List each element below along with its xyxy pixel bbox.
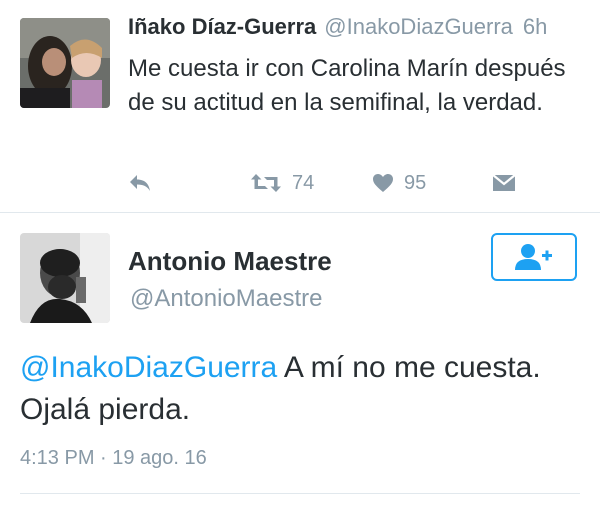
tweet-1-header: Iñako Díaz-Guerra @InakoDiazGuerra 6h [128,14,547,40]
tweet-1-text: Me cuesta ir con Carolina Marín después … [128,55,566,116]
avatar-antonio[interactable] [20,233,110,323]
reply-button[interactable] [128,168,152,198]
avatar-photo-inako [20,18,110,108]
reply-icon [130,175,150,191]
tweet-1-actions: 74 95 [0,168,600,198]
tweet-timestamp[interactable]: 4:13 PM · 19 ago. 16 [20,447,207,470]
author-handle[interactable]: @AntonioMaestre [130,285,322,313]
tweet-1[interactable]: Iñako Díaz-Guerra @InakoDiazGuerra 6h Me c… [0,0,600,212]
direct-message-button[interactable] [492,168,516,198]
avatar-inako[interactable] [20,18,110,108]
retweet-button[interactable]: 74 [250,168,314,198]
follow-user-icon [515,244,552,270]
like-count: 95 [404,171,427,194]
heart-icon [373,174,393,192]
tweet-2-text: @InakoDiazGuerra A mí no me cuesta. Ojal… [20,347,580,431]
author-name[interactable]: Antonio Maestre [128,246,332,277]
mention-link[interactable]: @InakoDiazGuerra [20,351,277,384]
author-name[interactable]: Iñako Díaz-Guerra [128,14,316,39]
follow-button[interactable] [491,233,577,281]
retweet-icon [251,174,281,192]
tweet-time[interactable]: 6h [523,14,547,39]
tweet-divider [0,212,600,213]
avatar-photo-antonio [20,233,110,323]
like-button[interactable]: 95 [372,168,426,198]
author-handle[interactable]: @InakoDiazGuerra [324,14,513,39]
bottom-divider [20,493,580,494]
retweet-count: 74 [292,171,315,194]
direct-message-icon [492,174,516,191]
